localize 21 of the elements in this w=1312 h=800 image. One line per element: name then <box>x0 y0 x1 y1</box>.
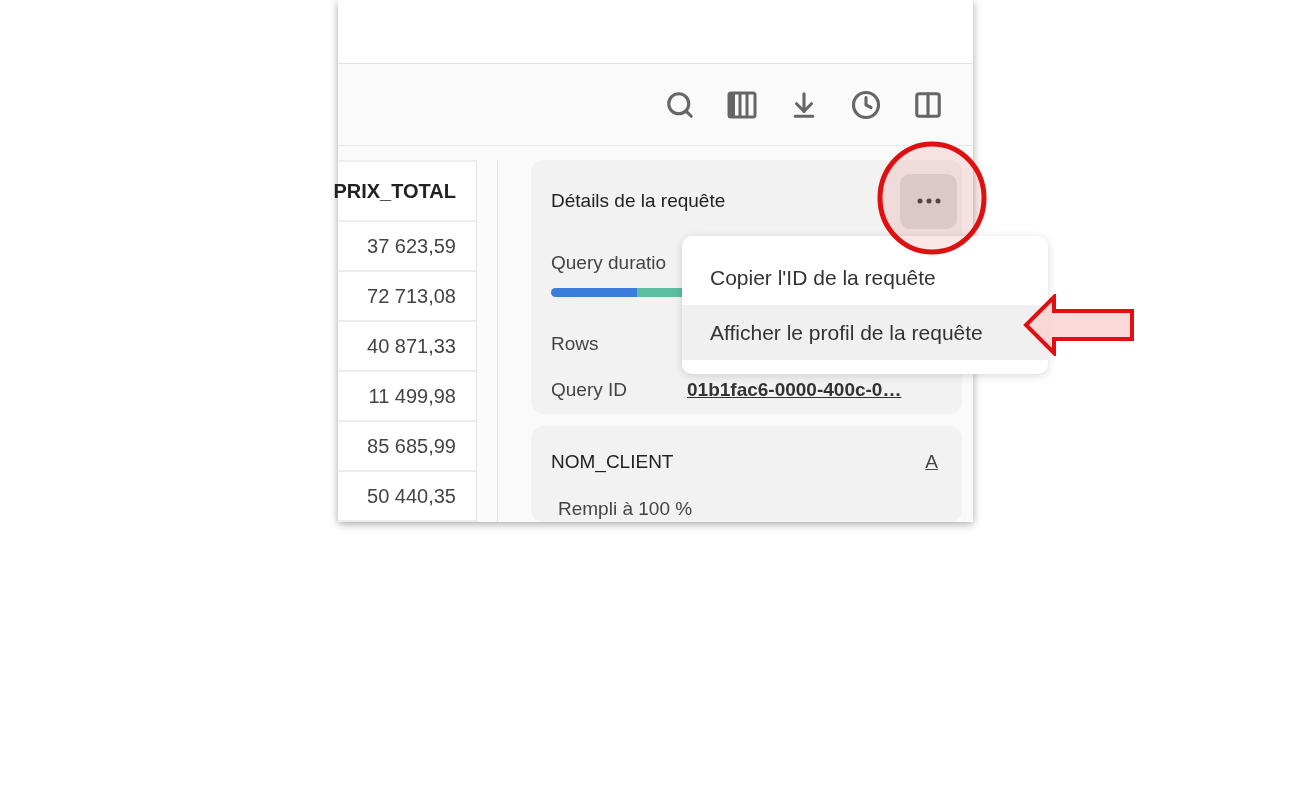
table-cell: 85 685,99 <box>338 422 476 472</box>
clock-icon[interactable] <box>851 89 881 120</box>
duration-label: Query duratio <box>551 252 668 274</box>
columns-icon[interactable] <box>727 90 757 119</box>
card-title: Détails de la requête <box>551 190 726 212</box>
more-icon <box>916 198 941 204</box>
search-icon[interactable] <box>665 89 695 120</box>
menu-item[interactable]: Copier l'ID de la requête <box>682 250 1048 305</box>
menu-item[interactable]: Afficher le profil de la requête <box>682 305 1048 360</box>
table-cell: 40 871,33 <box>338 322 476 372</box>
query-id-link[interactable]: 01b1fac6-0000-400c-0… <box>687 379 902 401</box>
panel-icon[interactable] <box>913 89 943 120</box>
column-name: NOM_CLIENT <box>551 451 674 473</box>
query-id-label: Query ID <box>551 379 629 401</box>
text-type-icon: A <box>925 451 938 473</box>
table-cell: 37 623,59 <box>338 222 476 272</box>
table-cell: 50 440,35 <box>338 472 476 522</box>
table-cell: 72 713,08 <box>338 272 476 322</box>
rows-label: Rows <box>551 333 600 355</box>
fill-rate: Rempli à 100 % <box>558 498 694 520</box>
table-cell: 11 499,98 <box>338 372 476 422</box>
